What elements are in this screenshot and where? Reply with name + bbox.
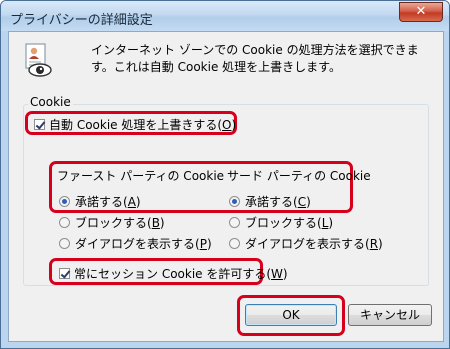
close-button[interactable]: ✕ [399,2,443,22]
override-check-box[interactable] [34,119,45,130]
first-party-accept-radio[interactable] [59,196,70,207]
session-label: 常にセッション Cookie を許可する(W) [74,267,288,281]
dialog-window: プライバシーの詳細設定 ✕ インターネット ゾーンでの Cookie の処理方法… [0,0,450,349]
third-party-block-label: ブロックする(L) [245,216,334,230]
title-bar[interactable]: プライバシーの詳細設定 ✕ [1,1,449,31]
third-party-prompt[interactable]: ダイアログを表示する(R) [229,235,383,252]
window-title: プライバシーの詳細設定 [10,13,153,28]
override-label: 自動 Cookie 処理を上書きする(O) [49,118,237,132]
first-party-block-radio[interactable] [59,217,70,228]
close-icon: ✕ [415,4,427,19]
third-party-heading: サード パーティの Cookie [227,169,371,183]
session-check-box[interactable] [59,268,70,279]
override-checkbox[interactable]: 自動 Cookie 処理を上書きする(O) [34,116,236,133]
cancel-button[interactable]: キャンセル [348,304,432,326]
third-party-prompt-label: ダイアログを表示する(R) [245,237,383,251]
first-party-prompt[interactable]: ダイアログを表示する(P) [59,235,212,252]
third-party-accept[interactable]: 承諾する(C) [229,193,311,210]
third-party-accept-radio[interactable] [229,196,240,207]
privacy-certificate-icon [25,43,52,77]
third-party-block[interactable]: ブロックする(L) [229,214,333,231]
first-party-accept[interactable]: 承諾する(A) [59,193,141,210]
first-party-block-label: ブロックする(B) [75,216,165,230]
description-text: インターネット ゾーンでの Cookie の処理方法を選択できます。これは自動 … [91,43,419,74]
third-party-prompt-radio[interactable] [229,238,240,249]
third-party-accept-label: 承諾する(C) [245,195,311,209]
third-party-block-radio[interactable] [229,217,240,228]
first-party-heading: ファースト パーティの Cookie [57,169,225,183]
first-party-prompt-label: ダイアログを表示する(P) [75,237,212,251]
dialog-body: インターネット ゾーンでの Cookie の処理方法を選択できます。これは自動 … [8,31,444,342]
first-party-accept-label: 承諾する(A) [75,195,141,209]
ok-button[interactable]: OK [245,304,337,326]
first-party-block[interactable]: ブロックする(B) [59,214,165,231]
session-checkbox[interactable]: 常にセッション Cookie を許可する(W) [59,265,288,282]
first-party-prompt-radio[interactable] [59,238,70,249]
cookie-group-label: Cookie [28,95,73,109]
